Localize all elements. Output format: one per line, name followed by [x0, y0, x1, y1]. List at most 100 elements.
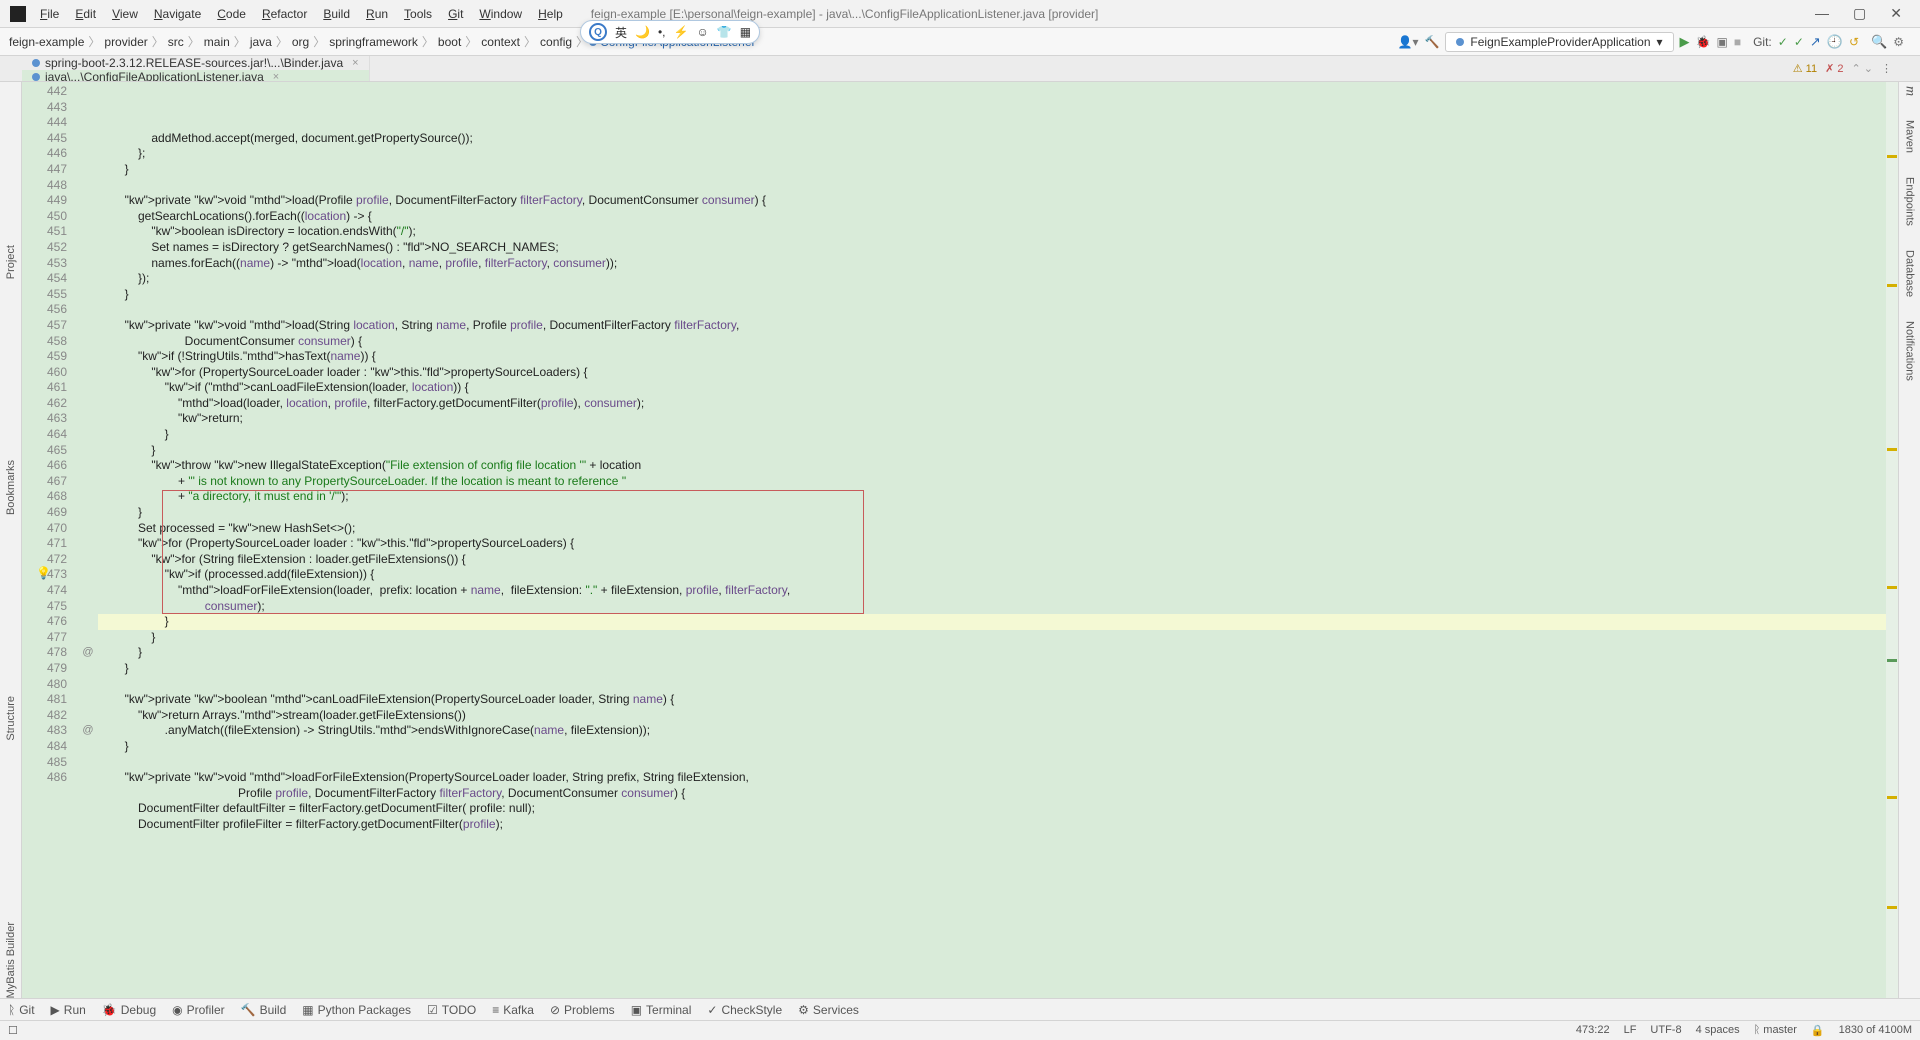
toolwindow-profiler[interactable]: ◉ Profiler	[172, 1003, 225, 1017]
toolwindow-todo[interactable]: ☑ TODO	[427, 1003, 476, 1017]
toolwindow-project[interactable]: Project	[5, 237, 17, 279]
breadcrumb-item[interactable]: feign-example	[6, 35, 87, 49]
menu-bar: FileEditViewNavigateCodeRefactorBuildRun…	[0, 0, 1920, 28]
menu-file[interactable]: File	[32, 7, 67, 21]
breadcrumb-item[interactable]: boot	[435, 35, 464, 49]
breadcrumb-separator: 〉	[421, 35, 435, 49]
settings-icon[interactable]: ⚙	[1893, 35, 1904, 49]
ime-smile-icon[interactable]: ☺	[696, 25, 708, 39]
run-button[interactable]: ▶	[1680, 34, 1690, 50]
toolwindow-structure[interactable]: Structure	[5, 688, 17, 741]
editor-tab[interactable]: spring-boot-2.3.12.RELEASE-sources.jar!\…	[22, 56, 370, 70]
breadcrumb-item[interactable]: provider	[101, 35, 150, 49]
git-push-icon[interactable]: ↗	[1810, 34, 1821, 50]
window-controls: — ▢ ✕	[1815, 5, 1916, 22]
caret-position[interactable]: 473:22	[1576, 1024, 1610, 1037]
user-icon[interactable]: 👤▾	[1398, 35, 1419, 49]
breadcrumb-item[interactable]: org	[289, 35, 312, 49]
menu-run[interactable]: Run	[358, 7, 396, 21]
intention-bulb-icon[interactable]: 💡	[36, 566, 51, 582]
menu-refactor[interactable]: Refactor	[254, 7, 315, 21]
toolwindow-terminal[interactable]: ▣ Terminal	[631, 1003, 692, 1017]
bottom-toolwindow-bar: ᚱ Git ▶ Run 🐞 Debug ◉ Profiler 🔨 Build ▦ Pyth…	[0, 998, 1920, 1020]
main-area: Project Bookmarks Structure MyBatis Builder…	[0, 82, 1920, 998]
breadcrumb-item[interactable]: springframework	[326, 35, 421, 49]
code-area[interactable]: addMethod.accept(merged, document.getPro…	[98, 82, 1898, 998]
breadcrumb-item[interactable]: main	[201, 35, 233, 49]
error-stripe[interactable]	[1886, 82, 1898, 998]
toolwindow-m[interactable]: m	[1902, 86, 1918, 96]
git-branch[interactable]: ᚱ master	[1754, 1024, 1797, 1037]
ime-moon-icon[interactable]: 🌙	[635, 25, 650, 39]
minimize-icon[interactable]: —	[1815, 5, 1829, 22]
menu-window[interactable]: Window	[471, 7, 530, 21]
breadcrumb-separator: 〉	[233, 35, 247, 49]
toolwindow-run[interactable]: ▶ Run	[51, 1003, 86, 1017]
toolwindow-problems[interactable]: ⊘ Problems	[550, 1003, 615, 1017]
editor[interactable]: 4424434444454464474484494504514524534544…	[22, 82, 1898, 998]
toolwindow-notifications[interactable]: Notifications	[1904, 321, 1916, 381]
git-commit-icon[interactable]: ✓	[1794, 35, 1804, 49]
updown-badge[interactable]: ✗ 2	[1825, 62, 1843, 75]
menu-edit[interactable]: Edit	[67, 7, 104, 21]
breadcrumb-item[interactable]: context	[478, 35, 523, 49]
git-update-icon[interactable]: ✓	[1778, 35, 1788, 49]
stop-button[interactable]: ■	[1734, 35, 1741, 49]
ime-bolt-icon[interactable]: ⚡	[674, 25, 689, 39]
breadcrumb-item[interactable]: config	[537, 35, 575, 49]
breadcrumb-item[interactable]: src	[165, 35, 187, 49]
menu-tools[interactable]: Tools	[396, 7, 440, 21]
git-rollback-icon[interactable]: ↺	[1849, 35, 1859, 49]
memory-indicator[interactable]: 1830 of 4100M	[1839, 1024, 1912, 1037]
debug-button[interactable]: 🐞	[1696, 35, 1711, 49]
hammer-icon[interactable]: 🔨	[1424, 35, 1439, 49]
warnings-badge[interactable]: ⚠ 11	[1793, 62, 1817, 75]
gutter-vcs: @@	[78, 82, 98, 998]
maximize-icon[interactable]: ▢	[1853, 5, 1866, 22]
toolwindow-build[interactable]: 🔨 Build	[241, 1003, 287, 1017]
toolwindow-endpoints[interactable]: Endpoints	[1904, 177, 1916, 226]
toolwindow-mybatis-builder[interactable]: MyBatis Builder	[5, 914, 17, 998]
run-config-selector[interactable]: FeignExampleProviderApplication ▾	[1445, 32, 1673, 52]
ime-shirt-icon[interactable]: 👕	[717, 25, 732, 39]
breadcrumb-separator: 〉	[151, 35, 165, 49]
toolwindow-kafka[interactable]: ≡ Kafka	[492, 1003, 534, 1017]
indent[interactable]: 4 spaces	[1696, 1024, 1740, 1037]
encoding[interactable]: UTF-8	[1650, 1024, 1681, 1037]
search-everywhere-icon[interactable]: 🔍	[1871, 34, 1887, 50]
toolwindow-database[interactable]: Database	[1904, 250, 1916, 297]
right-toolwindow-bar: m Maven Endpoints Database Notifications	[1898, 82, 1920, 998]
menu-navigate[interactable]: Navigate	[146, 7, 209, 21]
close-icon[interactable]: ✕	[1890, 5, 1902, 22]
toolwindow-debug[interactable]: 🐞 Debug	[102, 1003, 156, 1017]
git-history-icon[interactable]: 🕘	[1827, 34, 1843, 50]
tab-close-icon[interactable]: ×	[273, 71, 279, 82]
toolwindow-bookmarks[interactable]: Bookmarks	[5, 452, 17, 515]
lock-icon[interactable]: 🔒	[1811, 1024, 1825, 1037]
inspection-chevron-icon[interactable]: ⌃ ⌄	[1852, 62, 1874, 75]
line-ending[interactable]: LF	[1624, 1024, 1637, 1037]
menu-build[interactable]: Build	[315, 7, 358, 21]
ime-toolbar[interactable]: Q 英 🌙 •, ⚡ ☺ 👕 ▦	[580, 20, 760, 44]
ime-grid-icon[interactable]: ▦	[740, 25, 751, 39]
more-tabs-icon[interactable]: ⋮	[1881, 62, 1892, 75]
menu-view[interactable]: View	[104, 7, 146, 21]
toolwindow-maven[interactable]: Maven	[1904, 120, 1916, 153]
coverage-button[interactable]: ▣	[1717, 35, 1728, 49]
editor-tab[interactable]: java\...\ConfigFileApplicationListener.j…	[22, 70, 370, 82]
tab-label: java\...\ConfigFileApplicationListener.j…	[45, 70, 264, 82]
breadcrumb-separator: 〉	[312, 35, 326, 49]
menu-help[interactable]: Help	[530, 7, 571, 21]
toolwindow-python-packages[interactable]: ▦ Python Packages	[302, 1003, 411, 1017]
toolwindow-checkstyle[interactable]: ✓ CheckStyle	[707, 1003, 782, 1017]
menu-git[interactable]: Git	[440, 7, 471, 21]
ime-dots-icon[interactable]: •,	[658, 25, 666, 39]
toolwindow-services[interactable]: ⚙ Services	[798, 1003, 859, 1017]
left-toolwindow-bar: Project Bookmarks Structure MyBatis Builder	[0, 82, 22, 998]
toolwindow-git[interactable]: ᚱ Git	[8, 1003, 35, 1017]
chevron-down-icon: ▾	[1657, 35, 1663, 49]
breadcrumb-item[interactable]: java	[247, 35, 275, 49]
tab-close-icon[interactable]: ×	[352, 57, 358, 69]
breadcrumb-separator: 〉	[275, 35, 289, 49]
menu-code[interactable]: Code	[209, 7, 254, 21]
